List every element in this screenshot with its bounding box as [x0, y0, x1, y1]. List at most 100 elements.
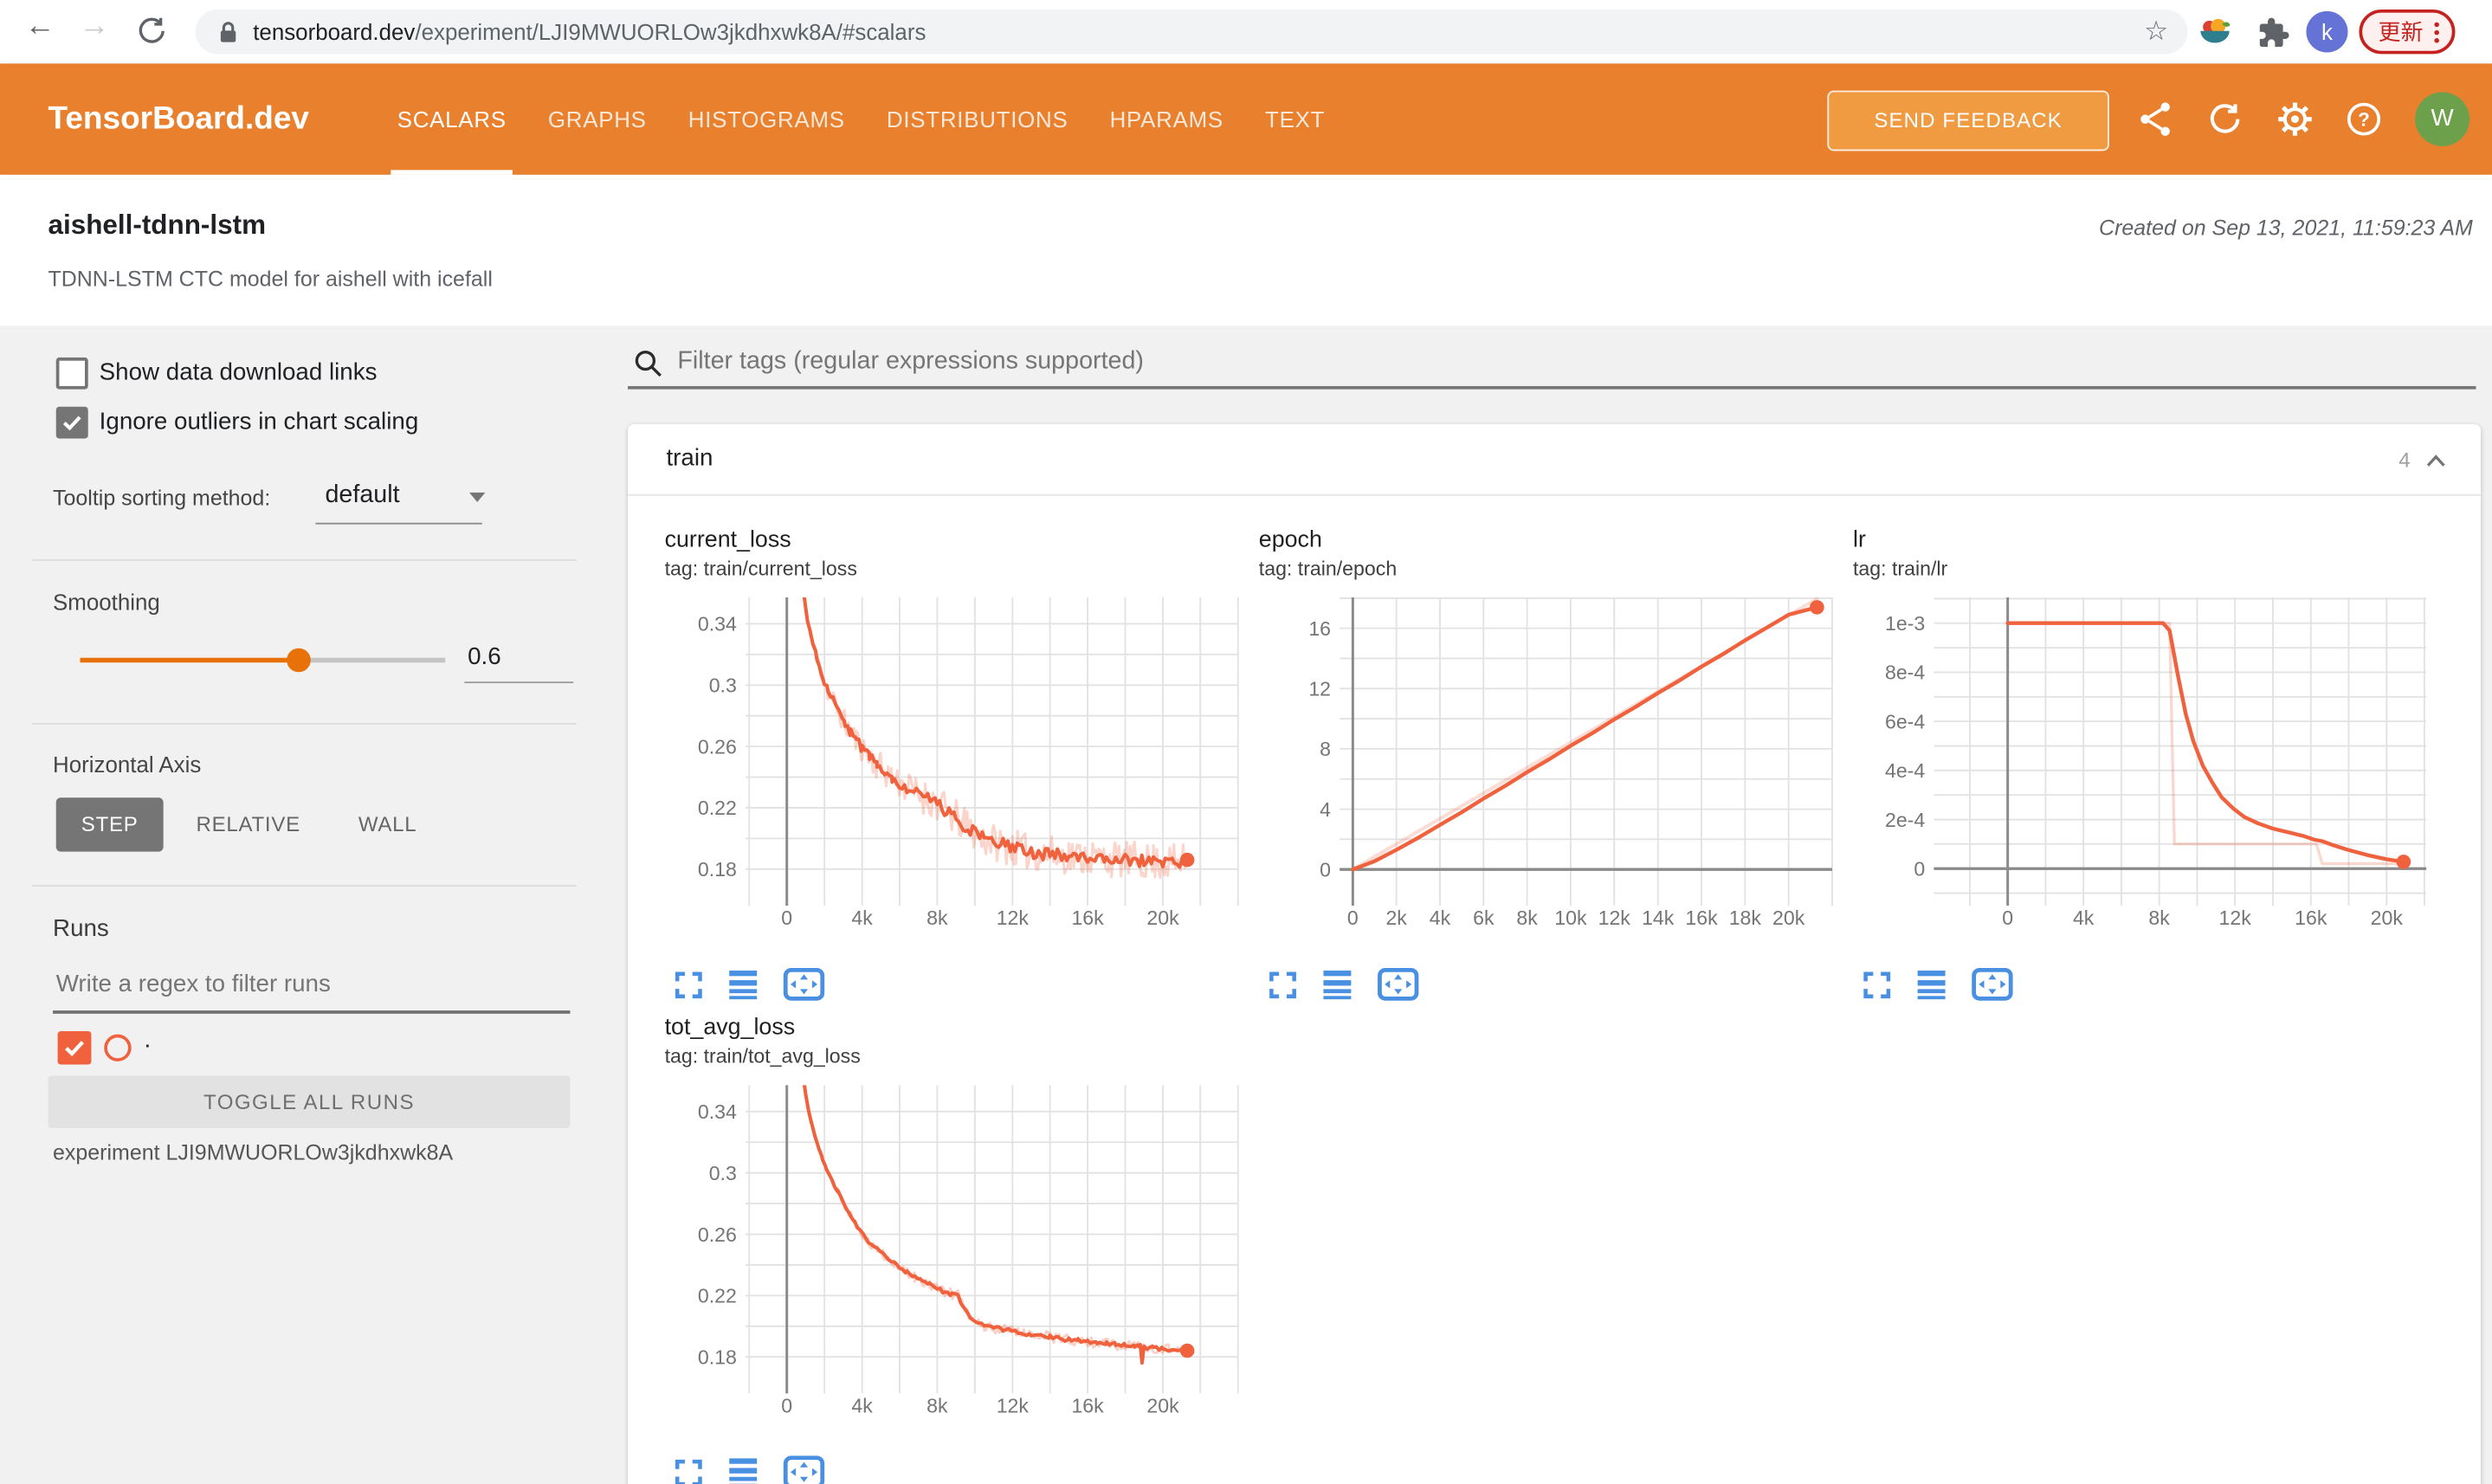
svg-text:1e-3: 1e-3 — [1885, 612, 1925, 635]
chart-tot-avg-loss: tot_avg_loss tag: train/tot_avg_loss 0 4k… — [665, 1016, 1245, 1484]
tab-distributions[interactable]: DISTRIBUTIONS — [887, 63, 1068, 174]
horizontal-axis-label: Horizontal Axis — [53, 752, 202, 777]
axis-wall-button[interactable]: WALL — [356, 797, 420, 851]
svg-text:20k: 20k — [1146, 907, 1179, 929]
svg-text:16k: 16k — [1071, 1395, 1104, 1417]
svg-text:8k: 8k — [1516, 907, 1538, 929]
svg-text:20k: 20k — [1772, 907, 1805, 929]
svg-text:0.22: 0.22 — [698, 797, 737, 819]
back-icon[interactable]: ← — [19, 10, 61, 44]
settings-gear-icon[interactable] — [2276, 100, 2314, 139]
tooltip-select-underline — [315, 522, 482, 525]
browser-profile-avatar[interactable]: k — [2306, 10, 2348, 53]
svg-text:0: 0 — [2002, 907, 2013, 929]
tab-hparams[interactable]: HPARAMS — [1110, 63, 1223, 174]
chart-plot[interactable]: 0 4k 8k 12k 16k 20k 0.18 0.22 0.26 0.3 0.34 — [665, 1082, 1245, 1448]
content-area: Show data download links Ignore outliers… — [0, 326, 2492, 1484]
svg-text:6k: 6k — [1473, 907, 1495, 929]
svg-text:0: 0 — [1320, 859, 1331, 881]
share-icon[interactable] — [2136, 100, 2174, 139]
sidebar-divider — [31, 558, 577, 561]
svg-text:4k: 4k — [851, 1395, 873, 1417]
tag-group-card: train 4 current_loss tag: train/current_… — [628, 423, 2482, 1484]
dropdown-caret-icon — [468, 492, 486, 502]
svg-text:2e-4: 2e-4 — [1885, 809, 1925, 831]
svg-text:0: 0 — [1914, 858, 1925, 881]
smoothing-value-input[interactable] — [464, 642, 577, 673]
tag-group-title[interactable]: train — [666, 445, 713, 472]
runs-input-underline — [53, 1010, 571, 1014]
account-avatar[interactable]: W — [2415, 92, 2470, 146]
tooltip-sorting-label: Tooltip sorting method: — [53, 486, 271, 511]
run-checkbox[interactable] — [57, 1030, 92, 1065]
svg-text:0.26: 0.26 — [698, 1223, 737, 1246]
smoothing-slider-knob[interactable] — [287, 648, 311, 673]
smoothing-slider-track-filled[interactable] — [80, 657, 300, 663]
svg-text:8k: 8k — [2148, 907, 2170, 929]
fit-domain-icon[interactable] — [783, 967, 825, 1002]
log-scale-icon[interactable] — [1915, 969, 1947, 1000]
tab-text[interactable]: TEXT — [1265, 63, 1325, 174]
fit-domain-icon[interactable] — [1972, 967, 2013, 1002]
sidebar-divider — [31, 885, 577, 887]
experiment-description: TDNN-LSTM CTC model for aishell with ice… — [48, 267, 493, 291]
browser-menu-icon[interactable] — [2434, 21, 2439, 42]
svg-text:10k: 10k — [1554, 907, 1587, 929]
run-color-swatch — [104, 1034, 132, 1061]
chart-title: tot_avg_loss — [664, 1015, 796, 1042]
refresh-icon[interactable] — [2205, 100, 2243, 139]
bookmark-star-icon[interactable]: ☆ — [2144, 10, 2168, 54]
chart-title: current_loss — [664, 527, 791, 553]
tooltip-sorting-select[interactable]: default — [325, 481, 399, 510]
svg-text:0: 0 — [781, 907, 792, 929]
chart-title: epoch — [1258, 527, 1322, 553]
fit-domain-icon[interactable] — [783, 1455, 825, 1484]
tab-graphs[interactable]: GRAPHS — [548, 63, 647, 174]
chart-epoch: epoch tag: train/epoch 0 2k 4k 6k 8k 10k 12k 14… — [1259, 527, 1839, 1004]
smoothing-slider-track[interactable] — [299, 657, 446, 663]
nav-tabs: SCALARS GRAPHS HISTOGRAMS DISTRIBUTIONS … — [391, 63, 1325, 175]
runs-regex-input[interactable] — [53, 969, 572, 1000]
help-icon[interactable]: ? — [2345, 100, 2383, 139]
experiment-created-date: Created on Sep 13, 2021, 11:59:23 AM — [2099, 216, 2473, 241]
forward-icon[interactable]: → — [74, 10, 115, 44]
show-download-links-checkbox[interactable] — [55, 357, 88, 390]
runs-label: Runs — [53, 915, 109, 943]
chart-title: lr — [1852, 527, 1866, 553]
svg-text:4k: 4k — [2073, 907, 2095, 929]
fullscreen-icon[interactable] — [675, 970, 703, 998]
log-scale-icon[interactable] — [727, 969, 759, 1000]
collapse-chevron-icon[interactable] — [2423, 449, 2449, 478]
svg-text:6e-4: 6e-4 — [1885, 710, 1925, 732]
svg-text:2k: 2k — [1385, 907, 1407, 929]
smoothing-input-underline — [464, 681, 574, 684]
chart-plot[interactable]: 0 2k 4k 6k 8k 10k 12k 14k 16k 18k 20k 0 4 8 12 16 — [1259, 594, 1839, 959]
toggle-all-runs-button[interactable]: TOGGLE ALL RUNS — [48, 1075, 571, 1128]
chart-plot[interactable]: 0 4k 8k 12k 16k 20k 0 2e-4 4e-4 6e-4 8e-4 1e-3 — [1853, 594, 2433, 959]
axis-relative-button[interactable]: RELATIVE — [196, 797, 301, 851]
log-scale-icon[interactable] — [727, 1457, 759, 1484]
send-feedback-button[interactable]: SEND FEEDBACK — [1827, 90, 2109, 152]
reload-icon[interactable] — [134, 15, 168, 56]
tab-histograms[interactable]: HISTOGRAMS — [688, 63, 845, 174]
lock-icon — [218, 21, 239, 53]
fullscreen-icon[interactable] — [1269, 970, 1297, 998]
smoothing-label: Smoothing — [53, 589, 160, 616]
fruit-bowl-extension-icon[interactable] — [2198, 15, 2233, 58]
fit-domain-icon[interactable] — [1378, 967, 1419, 1002]
axis-step-button[interactable]: STEP — [55, 797, 164, 852]
svg-text:8k: 8k — [926, 907, 948, 929]
chart-plot[interactable]: 0 4k 8k 12k 16k 20k 0.18 0.22 0.26 0.3 0.34 — [665, 594, 1245, 959]
browser-update-button[interactable]: 更新 — [2359, 10, 2456, 55]
url-bar[interactable]: tensorboard.dev/experiment/LJI9MWUORLOw3… — [195, 10, 2188, 55]
fullscreen-icon[interactable] — [1863, 970, 1891, 998]
ignore-outliers-checkbox[interactable] — [55, 406, 88, 439]
log-scale-icon[interactable] — [1321, 969, 1353, 1000]
fullscreen-icon[interactable] — [675, 1458, 703, 1484]
chart-tag: tag: train/epoch — [1258, 558, 1398, 580]
url-path: /experiment/LJI9MWUORLOw3jkdhxwk8A/#scal… — [415, 19, 926, 45]
show-download-links-label: Show data download links — [99, 358, 378, 386]
extensions-puzzle-icon[interactable] — [2255, 15, 2290, 58]
tab-scalars[interactable]: SCALARS — [391, 63, 513, 175]
filter-tags-input[interactable] — [674, 346, 1802, 378]
